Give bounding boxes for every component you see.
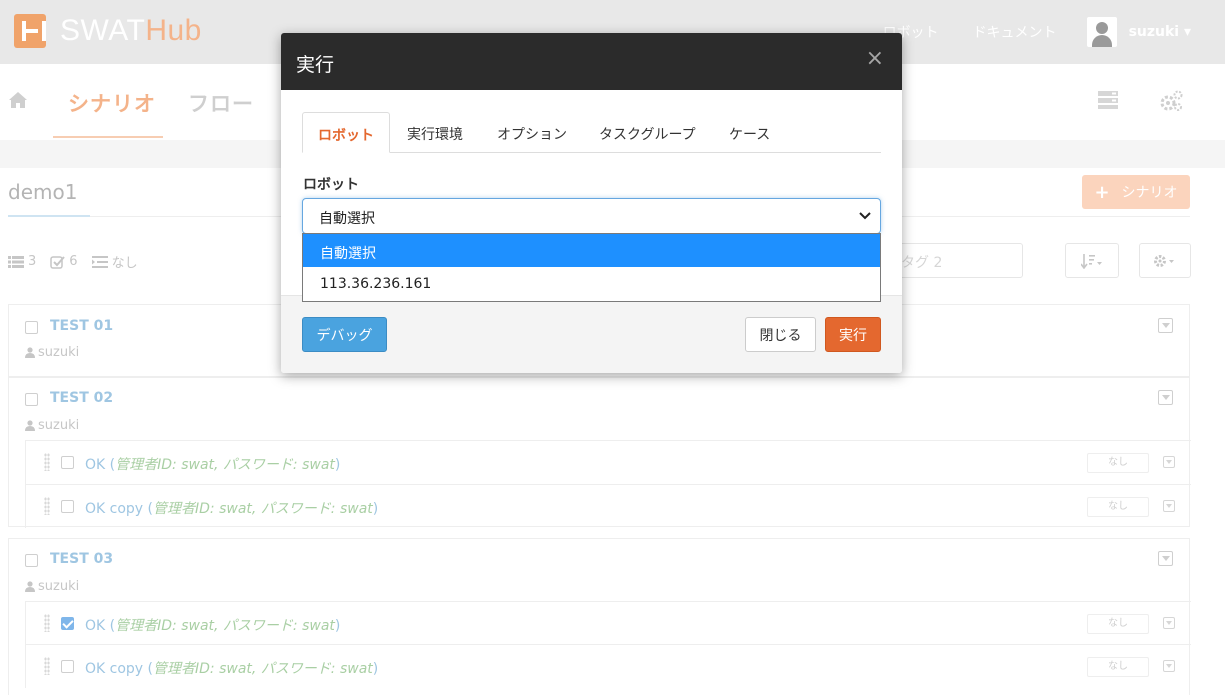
scenario-card: TEST 03 suzuki OK (管理者ID: swat, パスワード: s… xyxy=(8,538,1191,695)
case-tag-badge: なし xyxy=(1087,657,1149,677)
case-label[interactable]: OK (管理者ID: swat, パスワード: swat) xyxy=(85,454,340,474)
tab-scenario[interactable]: シナリオ xyxy=(68,88,156,118)
case-count: 6 xyxy=(50,254,78,269)
gear-icon xyxy=(1154,254,1174,267)
user-icon xyxy=(25,581,35,592)
case-toggle-icon[interactable] xyxy=(1163,500,1175,512)
scenario-author: suzuki xyxy=(25,579,79,594)
sort-icon xyxy=(1081,253,1102,269)
project-title: demo1 xyxy=(8,180,78,204)
case-tag-badge: なし xyxy=(1087,453,1149,473)
scenario-author: suzuki xyxy=(25,418,79,433)
app-logo[interactable]: SWATHub xyxy=(14,14,202,48)
tab-task-group[interactable]: タスクグループ xyxy=(599,112,696,153)
robot-select-value: 自動選択 xyxy=(319,211,375,227)
case-label[interactable]: OK copy (管理者ID: swat, パスワード: swat) xyxy=(85,658,378,678)
robot-field-label: ロボット xyxy=(303,177,359,193)
modal-tabs: ロボット 実行環境 オプション タスクグループ ケース xyxy=(302,112,881,153)
settings-icon[interactable] xyxy=(1159,90,1183,112)
case-row[interactable]: OK copy (管理者ID: swat, パスワード: swat) なし xyxy=(25,644,1191,688)
chevron-down-icon xyxy=(859,212,871,220)
case-row[interactable]: OK copy (管理者ID: swat, パスワード: swat) なし xyxy=(25,484,1191,528)
case-row[interactable]: OK (管理者ID: swat, パスワード: swat) なし xyxy=(25,440,1191,484)
tab-robot[interactable]: ロボット xyxy=(302,112,390,153)
project-stats: 3 6 なし xyxy=(8,252,152,271)
run-button[interactable]: 実行 xyxy=(825,317,881,352)
add-scenario-button[interactable]: + シナリオ xyxy=(1082,175,1190,209)
tab-options[interactable]: オプション xyxy=(497,112,567,153)
dropdown-option[interactable]: 113.36.236.161 xyxy=(303,267,880,300)
case-tag-badge: なし xyxy=(1087,497,1149,517)
list-icon xyxy=(8,255,24,268)
expand-toggle-icon[interactable] xyxy=(1158,318,1173,333)
tab-flow[interactable]: フロー xyxy=(188,88,254,118)
robot-select[interactable]: 自動選択 xyxy=(302,198,881,234)
scenario-title[interactable]: TEST 02 xyxy=(50,390,113,406)
logo-text: SWATHub xyxy=(60,14,202,47)
avatar[interactable] xyxy=(1086,17,1117,47)
gear-menu-button[interactable] xyxy=(1139,243,1191,278)
modal-header: 実行 × xyxy=(281,33,902,90)
project-title-underline xyxy=(8,215,90,217)
home-icon[interactable] xyxy=(8,90,28,110)
add-scenario-label: シナリオ xyxy=(1121,185,1178,201)
drag-handle-icon[interactable] xyxy=(44,614,50,632)
robot-dropdown-list: 自動選択 113.36.236.161 xyxy=(302,233,881,302)
case-checkbox[interactable] xyxy=(61,456,74,469)
drag-handle-icon[interactable] xyxy=(44,497,50,515)
scenario-author: suzuki xyxy=(25,345,79,360)
logo-icon xyxy=(14,14,46,48)
tag-count: なし xyxy=(91,252,138,271)
case-tag-badge: なし xyxy=(1087,614,1149,634)
scenario-count: 3 xyxy=(8,254,36,269)
user-menu[interactable]: suzuki ▾ xyxy=(1129,24,1191,40)
close-button[interactable]: 閉じる xyxy=(745,317,816,352)
scenario-title[interactable]: TEST 01 xyxy=(50,318,113,334)
checkbox-icon xyxy=(50,255,66,269)
expand-toggle-icon[interactable] xyxy=(1158,551,1173,566)
debug-button[interactable]: デバッグ xyxy=(302,317,387,352)
run-modal: 実行 × ロボット 実行環境 オプション タスクグループ ケース ロボット 自動… xyxy=(281,33,902,373)
scenario-checkbox[interactable] xyxy=(25,393,38,406)
dropdown-option[interactable]: 自動選択 xyxy=(303,234,880,267)
scenario-title[interactable]: TEST 03 xyxy=(50,551,113,567)
user-icon xyxy=(25,420,35,431)
sort-button[interactable] xyxy=(1065,243,1119,278)
plus-icon: + xyxy=(1094,181,1110,203)
case-row[interactable]: OK (管理者ID: swat, パスワード: swat) なし xyxy=(25,601,1191,645)
case-checkbox[interactable] xyxy=(61,660,74,673)
server-icon[interactable] xyxy=(1097,90,1119,110)
tab-environment[interactable]: 実行環境 xyxy=(407,112,463,153)
nav-link-docs[interactable]: ドキュメント xyxy=(973,22,1057,42)
close-icon[interactable]: × xyxy=(866,48,884,70)
case-label[interactable]: OK copy (管理者ID: swat, パスワード: swat) xyxy=(85,498,378,518)
case-toggle-icon[interactable] xyxy=(1163,456,1175,468)
user-icon xyxy=(25,347,35,358)
case-toggle-icon[interactable] xyxy=(1163,660,1175,672)
expand-toggle-icon[interactable] xyxy=(1158,390,1173,405)
modal-footer: デバッグ 閉じる 実行 xyxy=(281,295,902,373)
tag-filter-input[interactable]: タグ 2 xyxy=(890,243,1023,278)
tab-cases[interactable]: ケース xyxy=(729,112,770,153)
scenario-checkbox[interactable] xyxy=(25,321,38,334)
scenario-card: TEST 02 suzuki OK (管理者ID: swat, パスワード: s… xyxy=(8,377,1191,528)
case-checkbox[interactable] xyxy=(61,617,74,630)
modal-title: 実行 xyxy=(296,54,335,76)
scenario-checkbox[interactable] xyxy=(25,554,38,567)
indent-icon xyxy=(91,255,108,268)
case-label[interactable]: OK (管理者ID: swat, パスワード: swat) xyxy=(85,615,340,635)
active-tab-indicator xyxy=(53,136,163,138)
drag-handle-icon[interactable] xyxy=(44,453,50,471)
case-toggle-icon[interactable] xyxy=(1163,617,1175,629)
drag-handle-icon[interactable] xyxy=(44,657,50,675)
case-checkbox[interactable] xyxy=(61,500,74,513)
